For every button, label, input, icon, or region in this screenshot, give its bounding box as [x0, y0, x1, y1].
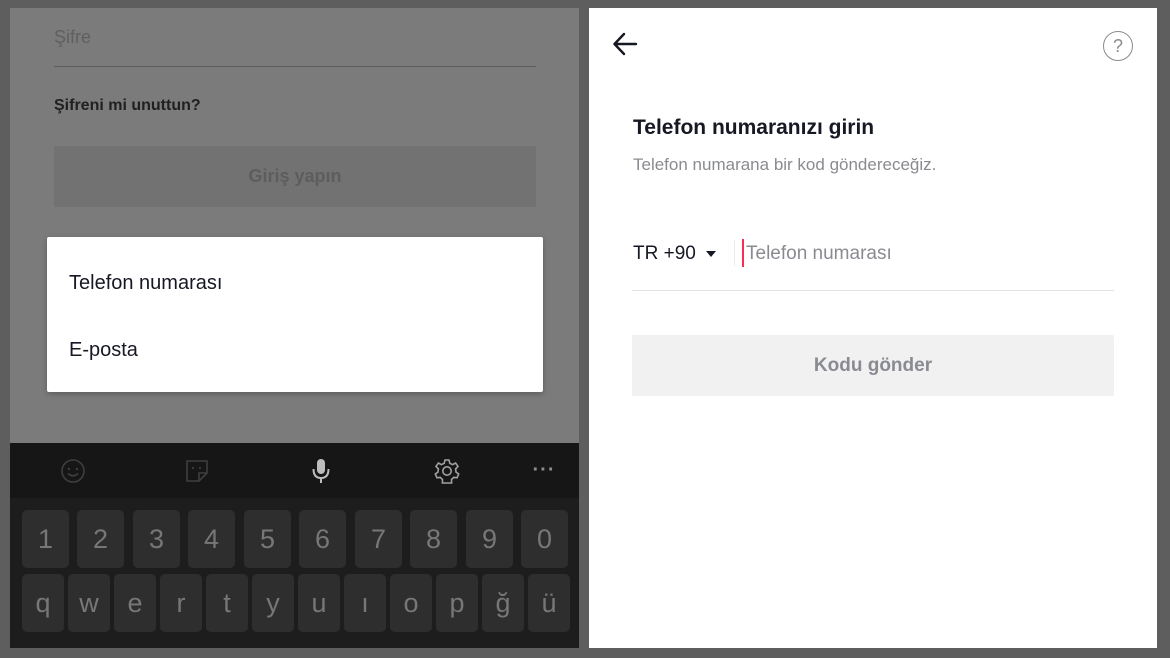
key-2[interactable]: 2 [77, 510, 124, 568]
country-code-divider [734, 240, 735, 266]
key-8[interactable]: 8 [410, 510, 457, 568]
back-arrow-icon[interactable] [611, 30, 639, 58]
help-circle-icon[interactable]: ? [1103, 31, 1133, 61]
country-code-label: TR +90 [633, 243, 696, 264]
login-screen-dimmed: Şifre Şifreni mi unuttun? Giriş yapın Te… [10, 8, 579, 648]
menu-item-phone-number[interactable]: Telefon numarası [69, 272, 222, 295]
key-9[interactable]: 9 [466, 510, 513, 568]
key-dotless-i[interactable]: ı [344, 574, 386, 632]
key-0[interactable]: 0 [521, 510, 568, 568]
key-u-umlaut[interactable]: ü [528, 574, 570, 632]
phone-entry-screen: ? Telefon numaranızı girin Telefon numar… [589, 8, 1157, 648]
password-field-underline [54, 66, 536, 67]
key-r[interactable]: r [160, 574, 202, 632]
more-icon[interactable]: ··· [524, 443, 564, 498]
emoji-icon[interactable] [50, 443, 96, 498]
key-6[interactable]: 6 [299, 510, 346, 568]
key-t[interactable]: t [206, 574, 248, 632]
keyboard-keys: 1 2 3 4 5 6 7 8 9 0 q w e r t y u ı o p … [10, 498, 579, 648]
phone-input-underline [632, 290, 1114, 291]
sticker-icon[interactable] [174, 443, 220, 498]
gear-icon[interactable] [424, 443, 470, 498]
key-5[interactable]: 5 [244, 510, 291, 568]
key-1[interactable]: 1 [22, 510, 69, 568]
key-w[interactable]: w [68, 574, 110, 632]
text-cursor [742, 239, 744, 267]
key-q[interactable]: q [22, 574, 64, 632]
keyboard-toolbar: ··· [10, 443, 579, 498]
key-p[interactable]: p [436, 574, 478, 632]
key-o[interactable]: o [390, 574, 432, 632]
login-button[interactable]: Giriş yapın [54, 146, 536, 207]
key-3[interactable]: 3 [133, 510, 180, 568]
send-code-button[interactable]: Kodu gönder [632, 335, 1114, 396]
microphone-icon[interactable] [298, 443, 344, 498]
phone-number-input[interactable] [746, 237, 1106, 271]
key-7[interactable]: 7 [355, 510, 402, 568]
password-field[interactable]: Şifre [54, 27, 91, 48]
forgot-password-link[interactable]: Şifreni mi unuttun? [54, 97, 201, 115]
page-subtitle: Telefon numarana bir kod göndereceğiz. [633, 155, 937, 174]
key-g-breve[interactable]: ğ [482, 574, 524, 632]
key-4[interactable]: 4 [188, 510, 235, 568]
key-y[interactable]: y [252, 574, 294, 632]
login-method-menu: Telefon numarası E-posta [47, 237, 543, 392]
country-code-selector[interactable]: TR +90 [633, 241, 716, 267]
key-e[interactable]: e [114, 574, 156, 632]
caret-down-icon [705, 251, 716, 257]
menu-item-email[interactable]: E-posta [69, 339, 138, 362]
key-u[interactable]: u [298, 574, 340, 632]
page-title: Telefon numaranızı girin [633, 116, 875, 139]
